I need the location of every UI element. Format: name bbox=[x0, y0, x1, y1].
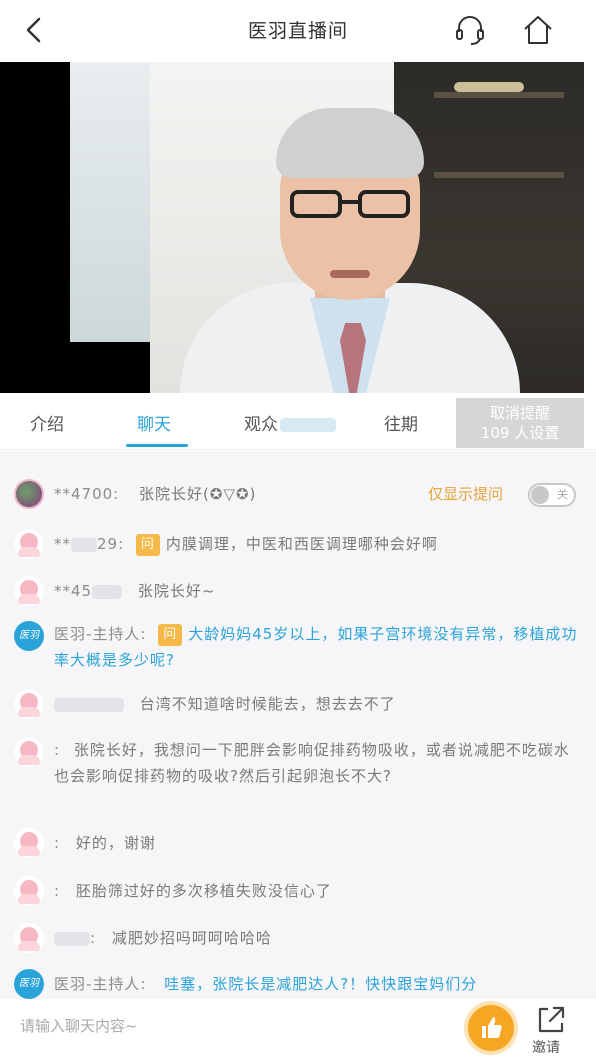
bottom-bar: 请输入聊天内容~ 邀请 bbox=[0, 999, 596, 1064]
chat-message-host: 医羽 医羽-主持人: 问大龄妈妈45岁以上，如果子宫环境没有异常，移植成功率大概… bbox=[14, 621, 584, 677]
doctor-figure bbox=[160, 80, 520, 393]
sender-name: : bbox=[54, 741, 61, 759]
sender-name-blurred bbox=[54, 931, 90, 946]
chat-message: ** 29: 问内膜调理，中医和西医调理哪种会好啊 bbox=[14, 529, 584, 559]
question-badge: 问 bbox=[158, 623, 183, 646]
sender-name: : bbox=[54, 882, 61, 900]
avatar bbox=[14, 479, 44, 509]
avatar bbox=[14, 576, 44, 606]
cancel-reminder-button[interactable]: 取消提醒 109 人设置 bbox=[456, 398, 584, 448]
sender-name: **45 bbox=[54, 582, 93, 600]
sender-name: 医羽-主持人: bbox=[54, 625, 147, 643]
audience-count-blurred bbox=[280, 418, 336, 432]
page-title: 医羽直播间 bbox=[247, 20, 348, 42]
top-bar: 医羽直播间 bbox=[0, 0, 596, 60]
message-text: 内膜调理，中医和西医调理哪种会好啊 bbox=[165, 535, 438, 553]
avatar bbox=[14, 689, 44, 719]
share-icon bbox=[538, 1006, 565, 1033]
live-video[interactable] bbox=[0, 62, 584, 393]
question-badge: 问 bbox=[135, 533, 160, 556]
host-avatar: 医羽 bbox=[14, 969, 44, 999]
sender-name: : bbox=[54, 834, 61, 852]
tab-intro[interactable]: 介绍 bbox=[30, 410, 64, 435]
message-text: 哇塞，张院长是减肥达人?！快快跟宝妈们分 bbox=[164, 975, 478, 993]
message-text: 张院长好，我想问一下肥胖会影响促排药物吸收，或者说减肥不吃碳水也会影响促排药物的… bbox=[54, 741, 570, 785]
avatar bbox=[14, 876, 44, 906]
tab-chat[interactable]: 聊天 bbox=[137, 410, 171, 435]
headset-icon[interactable] bbox=[452, 12, 488, 48]
message-text: 张院长好(✪▽✪) bbox=[139, 485, 257, 503]
sender-name: 医羽-主持人: bbox=[54, 975, 147, 993]
sender-name: : bbox=[90, 929, 97, 947]
message-text: 胚胎筛过好的多次移植失败没信心了 bbox=[75, 882, 332, 900]
message-text: 减肥妙招吗呵呵哈哈哈 bbox=[111, 929, 272, 947]
chat-message: : 好的，谢谢 bbox=[14, 828, 584, 858]
video-frame bbox=[70, 62, 584, 393]
home-icon[interactable] bbox=[520, 12, 556, 48]
message-text: 台湾不知道啥时候能去，想去去不了 bbox=[139, 695, 396, 713]
chat-message: **4700: 张院长好(✪▽✪) bbox=[14, 479, 584, 509]
avatar bbox=[14, 828, 44, 858]
thumbs-up-icon[interactable] bbox=[468, 1005, 514, 1051]
avatar bbox=[14, 923, 44, 953]
message-text: 张院长好~ bbox=[137, 582, 216, 600]
tab-active-indicator bbox=[126, 444, 188, 447]
chat-message: : 胚胎筛过好的多次移植失败没信心了 bbox=[14, 876, 584, 906]
tab-past[interactable]: 往期 bbox=[384, 410, 418, 435]
avatar bbox=[14, 529, 44, 559]
chat-input[interactable]: 请输入聊天内容~ bbox=[20, 1015, 440, 1041]
invite-button[interactable]: 邀请 bbox=[530, 1003, 570, 1059]
chat-message-host: 医羽 医羽-主持人: 哇塞，张院长是减肥达人?！快快跟宝妈们分 bbox=[14, 969, 584, 999]
tab-bar: 介绍 聊天 观众 往期 取消提醒 109 人设置 bbox=[0, 398, 596, 450]
chat-message: **45 张院长好~ bbox=[14, 576, 584, 606]
sender-name-blurred bbox=[54, 697, 124, 712]
sender-name: **4700: bbox=[54, 485, 120, 503]
chat-message: : 张院长好，我想问一下肥胖会影响促排药物吸收，或者说减肥不吃碳水也会影响促排药… bbox=[14, 737, 584, 817]
invite-label: 邀请 bbox=[532, 1040, 560, 1056]
avatar bbox=[14, 737, 44, 767]
tab-audience[interactable]: 观众 bbox=[244, 410, 336, 435]
chat-list[interactable]: 仅显示提问 关 **4700: 张院长好(✪▽✪) ** 29: 问内膜调理，中医… bbox=[0, 451, 596, 999]
sender-name: ** bbox=[54, 535, 71, 553]
chat-message: : 减肥妙招吗呵呵哈哈哈 bbox=[14, 923, 584, 953]
host-avatar: 医羽 bbox=[14, 621, 44, 651]
chat-message: 台湾不知道啥时候能去，想去去不了 bbox=[14, 689, 584, 719]
message-text: 好的，谢谢 bbox=[75, 834, 156, 852]
background-window bbox=[70, 62, 150, 342]
